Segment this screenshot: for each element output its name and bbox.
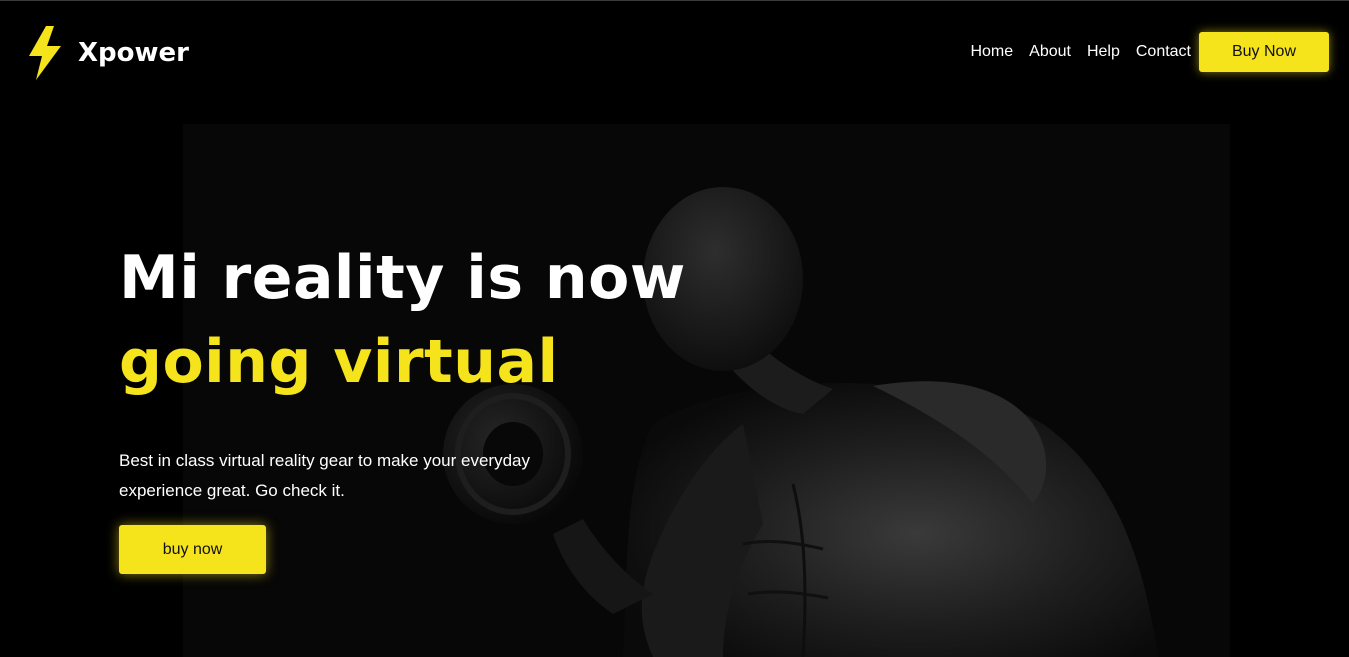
navbar: Xpower Home About Help Contact Buy Now bbox=[0, 0, 1349, 104]
nav-link-help[interactable]: Help bbox=[1087, 43, 1120, 61]
nav-menu: Home About Help Contact Buy Now bbox=[970, 32, 1329, 72]
nav-link-contact[interactable]: Contact bbox=[1136, 43, 1191, 61]
hero-title: Mi reality is now going virtual bbox=[119, 236, 686, 404]
brand-name: Xpower bbox=[78, 38, 189, 68]
hero-buy-now-button[interactable]: buy now bbox=[119, 525, 266, 574]
hero-title-line1: Mi reality is now bbox=[119, 243, 686, 313]
nav-link-home[interactable]: Home bbox=[970, 43, 1013, 61]
nav-buy-now-button[interactable]: Buy Now bbox=[1199, 32, 1329, 72]
hero-title-line2: going virtual bbox=[119, 327, 559, 397]
hero-description: Best in class virtual reality gear to ma… bbox=[119, 451, 531, 500]
nav-link-about[interactable]: About bbox=[1029, 43, 1071, 61]
brand-logo[interactable]: Xpower bbox=[27, 26, 189, 80]
lightning-bolt-icon bbox=[29, 26, 61, 80]
